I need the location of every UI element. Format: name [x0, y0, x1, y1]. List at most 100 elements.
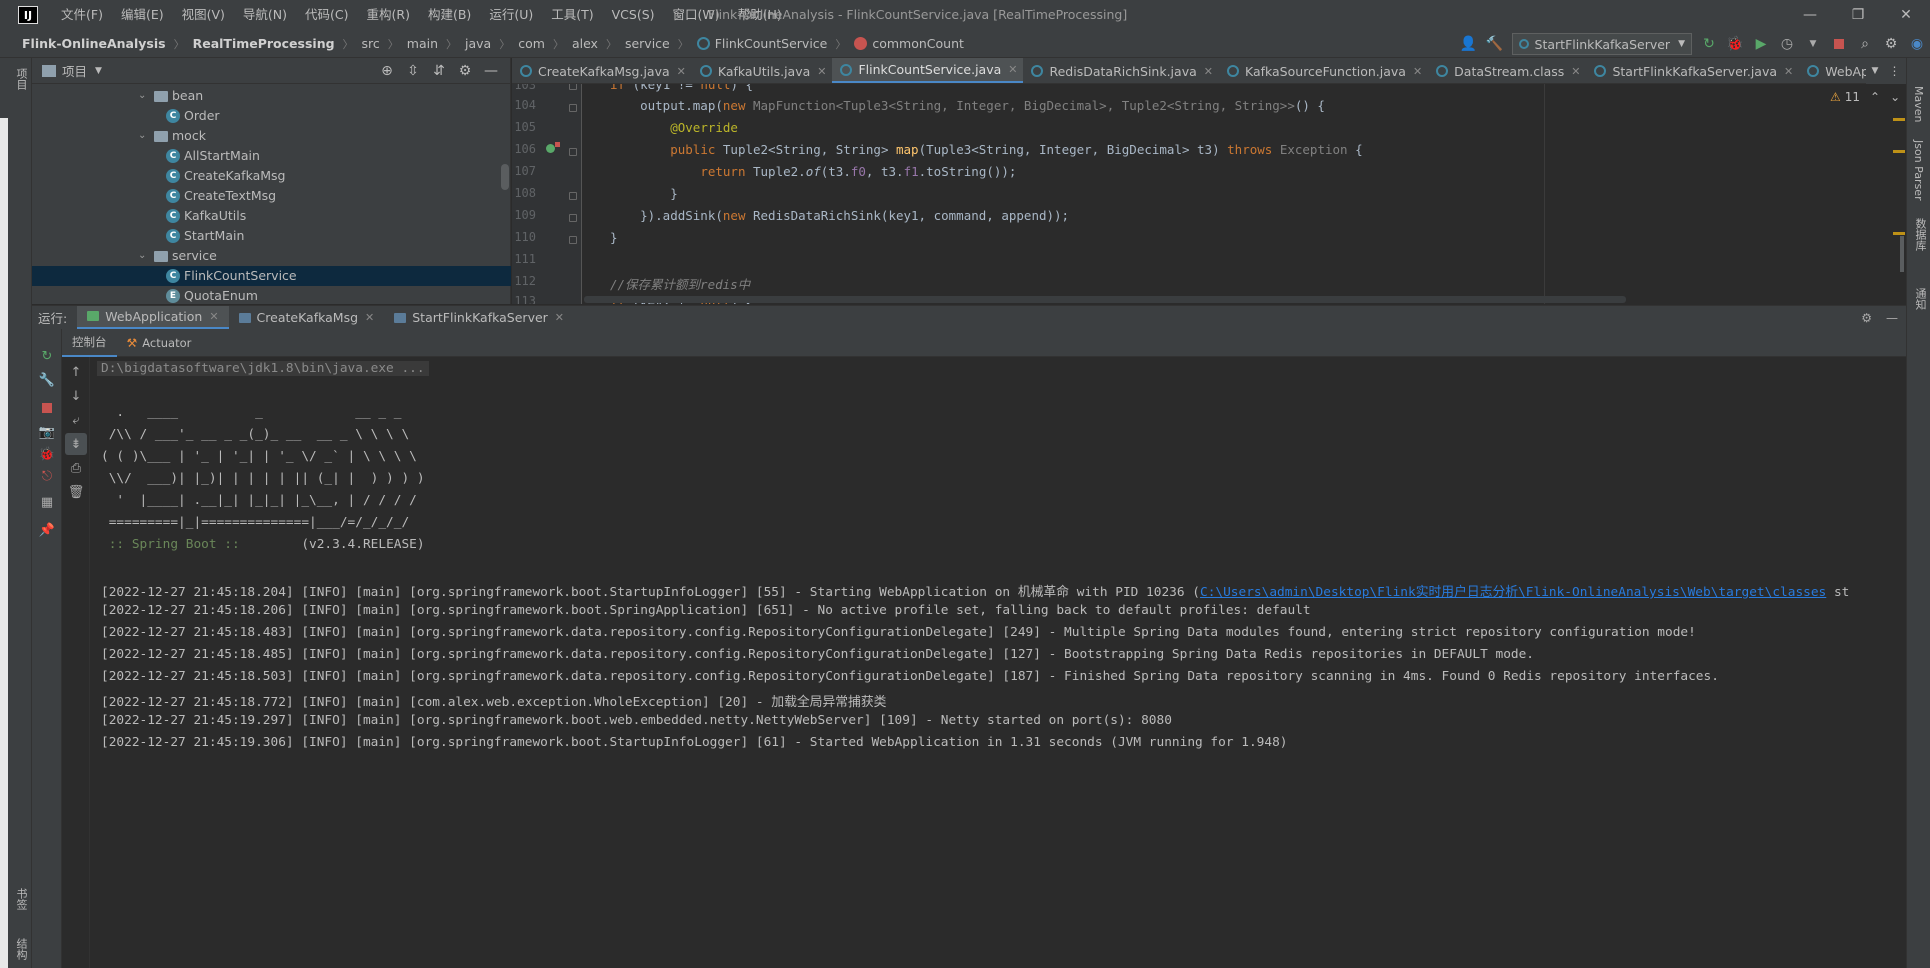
- breadcrumb-method[interactable]: commonCount: [872, 36, 964, 51]
- tab-kafkasourcefunction[interactable]: KafkaSourceFunction.java ✕: [1219, 58, 1428, 83]
- fold-marker-icon[interactable]: [569, 104, 577, 112]
- run-tab-startflinkkafkaserver[interactable]: StartFlinkKafkaServer ✕: [384, 306, 574, 330]
- collapse-all-icon[interactable]: ⇵: [426, 60, 452, 82]
- project-tool-button[interactable]: 项目: [13, 68, 29, 90]
- fold-marker-icon[interactable]: [569, 192, 577, 200]
- locate-icon[interactable]: ⊕: [374, 60, 400, 82]
- database-tool-button[interactable]: 数据库: [1912, 218, 1928, 251]
- chevron-down-icon[interactable]: ⌄: [138, 246, 146, 266]
- tree-item-service[interactable]: ⌄ service: [32, 246, 511, 266]
- breadcrumb-project[interactable]: Flink-OnlineAnalysis: [22, 36, 166, 51]
- tab-redisdatarichsink[interactable]: RedisDataRichSink.java ✕: [1023, 58, 1218, 83]
- tab-startflinkkafkaserver[interactable]: StartFlinkKafkaServer.java ✕: [1586, 58, 1799, 83]
- trash-icon[interactable]: 🗑: [65, 481, 87, 503]
- menu-navigate[interactable]: 导航(N): [234, 0, 296, 30]
- fold-marker-icon[interactable]: [569, 236, 577, 244]
- classpath-link[interactable]: C:\Users\admin\Desktop\Flink实时用户日志分析\Fli…: [1200, 585, 1826, 600]
- menu-refactor[interactable]: 重构(R): [358, 0, 419, 30]
- tree-item-startmain[interactable]: C StartMain: [32, 226, 511, 246]
- project-title[interactable]: 项目: [62, 61, 87, 80]
- profile-icon[interactable]: ◷: [1774, 33, 1800, 55]
- breadcrumb-src[interactable]: src: [362, 36, 380, 51]
- more-run-icon[interactable]: ▼: [1800, 33, 1826, 55]
- tab-actuator[interactable]: ⚒ Actuator: [117, 329, 202, 357]
- close-icon[interactable]: ✕: [209, 310, 218, 323]
- menu-run[interactable]: 运行(U): [480, 0, 542, 30]
- console-output[interactable]: D:\bigdatasoftware\jdk1.8\bin\java.exe .…: [90, 357, 1906, 968]
- gear-icon[interactable]: ⚙: [1878, 33, 1904, 55]
- tab-flinkcountservice[interactable]: FlinkCountService.java ✕: [832, 58, 1024, 83]
- chevron-down-icon[interactable]: ⌄: [1890, 90, 1900, 104]
- menu-vcs[interactable]: VCS(S): [603, 0, 664, 30]
- tree-item-createkafkamsg[interactable]: C CreateKafkaMsg: [32, 166, 511, 186]
- menu-tools[interactable]: 工具(T): [542, 0, 602, 30]
- tree-item-kafkautils[interactable]: C KafkaUtils: [32, 206, 511, 226]
- tabs-dropdown[interactable]: ▼ ⋮: [1866, 58, 1906, 84]
- hide-icon[interactable]: —: [478, 60, 504, 82]
- tab-console[interactable]: 控制台: [62, 329, 117, 357]
- user-icon[interactable]: 👤: [1456, 33, 1482, 55]
- breadcrumb-java[interactable]: java: [465, 36, 491, 51]
- implements-marker-icon[interactable]: [546, 144, 555, 153]
- rerun-icon[interactable]: ↻: [36, 345, 58, 367]
- search-icon[interactable]: ⌕: [1852, 33, 1878, 55]
- tree-item-order[interactable]: C Order: [32, 106, 511, 126]
- run-tab-webapplication[interactable]: WebApplication ✕: [77, 305, 229, 330]
- warning-stripe[interactable]: [1893, 150, 1905, 153]
- tree-item-allstartmain[interactable]: C AllStartMain: [32, 146, 511, 166]
- debug-icon[interactable]: 🐞: [36, 443, 58, 465]
- wrench-icon[interactable]: 🔧: [36, 369, 58, 391]
- chevron-up-icon[interactable]: ⌃: [1870, 90, 1880, 104]
- code-editor[interactable]: 103 104 105 106 107 108 109 110 111 112 …: [512, 84, 1906, 304]
- minimize-button[interactable]: —: [1786, 0, 1834, 30]
- layout-icon[interactable]: ▦: [36, 491, 58, 513]
- run-tab-createkafkamsg[interactable]: CreateKafkaMsg ✕: [229, 306, 385, 330]
- debug-icon[interactable]: 🐞: [1722, 33, 1748, 55]
- tree-item-bean[interactable]: ⌄ bean: [32, 86, 511, 106]
- tab-datastream[interactable]: DataStream.class ✕: [1428, 58, 1586, 83]
- plugin-icon[interactable]: ◉: [1904, 33, 1930, 55]
- maximize-button[interactable]: ❐: [1834, 0, 1882, 30]
- tree-item-createtextmsg[interactable]: C CreateTextMsg: [32, 186, 511, 206]
- hide-icon[interactable]: —: [1886, 311, 1898, 325]
- stop-icon[interactable]: [1826, 33, 1852, 55]
- notifications-tool-button[interactable]: 通知: [1912, 288, 1928, 310]
- tab-createkafkamsg[interactable]: CreateKafkaMsg.java ✕: [512, 58, 692, 83]
- maven-tool-button[interactable]: Maven: [1912, 86, 1925, 122]
- chevron-down-icon[interactable]: ⌄: [138, 86, 146, 106]
- menu-build[interactable]: 构建(B): [419, 0, 480, 30]
- more-vertical-icon[interactable]: ⋮: [1888, 64, 1900, 78]
- close-icon[interactable]: ✕: [555, 311, 564, 324]
- expand-all-icon[interactable]: ⇳: [400, 60, 426, 82]
- structure-tool-button[interactable]: 结构: [13, 938, 29, 960]
- close-icon[interactable]: ✕: [1204, 65, 1213, 78]
- menu-code[interactable]: 代码(C): [296, 0, 357, 30]
- warning-stripe[interactable]: [1893, 118, 1905, 121]
- stop-icon[interactable]: [36, 397, 58, 419]
- editor-horizontal-scrollbar[interactable]: [584, 296, 1626, 303]
- bookmarks-tool-button[interactable]: 书签: [13, 888, 29, 910]
- fold-marker-icon[interactable]: [569, 84, 577, 90]
- inspection-widget[interactable]: ⚠ 11 ⌃ ⌄: [1830, 90, 1900, 104]
- close-icon[interactable]: ✕: [1784, 65, 1793, 78]
- camera-icon[interactable]: 📷: [36, 421, 58, 443]
- scroll-down-icon[interactable]: ↓: [65, 385, 87, 407]
- build-hammer-icon[interactable]: 🔨: [1482, 33, 1508, 55]
- pin-icon[interactable]: 📌: [36, 519, 58, 541]
- breadcrumb-main[interactable]: main: [407, 36, 438, 51]
- fold-marker-icon[interactable]: [569, 148, 577, 156]
- menu-edit[interactable]: 编辑(E): [112, 0, 173, 30]
- chevron-down-icon[interactable]: ⌄: [138, 126, 146, 146]
- breadcrumb-module[interactable]: RealTimeProcessing: [193, 36, 335, 51]
- menu-file[interactable]: 文件(F): [52, 0, 112, 30]
- gear-icon[interactable]: ⚙: [452, 60, 478, 82]
- print-icon[interactable]: ⎙: [65, 457, 87, 479]
- close-icon[interactable]: ✕: [817, 65, 826, 78]
- close-icon[interactable]: ✕: [677, 65, 686, 78]
- rerun-icon[interactable]: ↻: [1696, 33, 1722, 55]
- breadcrumb-service[interactable]: service: [625, 36, 670, 51]
- editor-vertical-scrollbar[interactable]: [1900, 236, 1904, 272]
- chevron-down-icon[interactable]: ▼: [95, 66, 102, 76]
- soft-wrap-icon[interactable]: ⤶: [65, 409, 87, 431]
- run-configuration-select[interactable]: StartFlinkKafkaServer ▼: [1511, 33, 1692, 55]
